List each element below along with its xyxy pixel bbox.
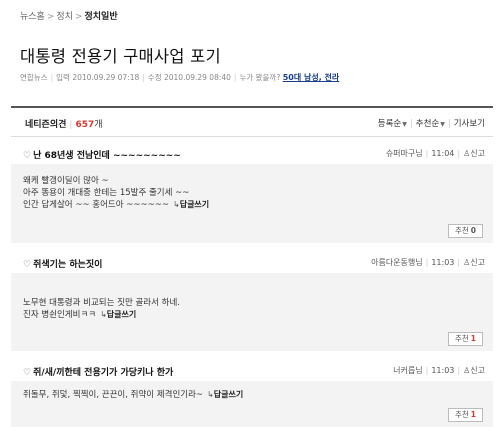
recommend-label: 추천 [454, 226, 469, 235]
reply-button[interactable]: ↳답글쓰기 [100, 310, 136, 319]
comment-author[interactable]: 아름다운동행님 [371, 258, 423, 267]
reply-arrow-icon: ↳ [173, 200, 180, 209]
sort-by-recommend-button[interactable]: 추천순▼ [416, 119, 445, 129]
comment-info: 아름다운동행님 | 11:03 | ♙신고 [371, 258, 485, 267]
comment-text: 노무현 대통령과 비교되는 짓만 골라서 하네. 진자 병쉰인게비ㅋㅋ ↳답글쓰기 [23, 297, 180, 321]
article-source: 연합뉴스 [20, 73, 48, 82]
comment-title[interactable]: ♡ 쥐색기는 하는짓이 [23, 257, 102, 270]
sort-by-date-label: 등록순 [377, 119, 402, 129]
comment-line: 노무현 대통령과 비교되는 짓만 골라서 하네. [23, 298, 180, 308]
report-label: 신고 [470, 149, 485, 158]
caret-down-icon: ▼ [440, 121, 445, 128]
comment-item: ♡ 난 68년생 전남인데 ~~~~~~~~~ 슈퍼마구님 | 11:04 | ♙신고 왜… [11, 142, 493, 243]
report-label: 신고 [470, 366, 485, 375]
report-button[interactable]: ♙신고 [463, 366, 485, 375]
comment-time: 11:04 [431, 149, 455, 158]
reply-arrow-icon: ↳ [100, 310, 107, 319]
sort-by-recommend-label: 추천순 [415, 119, 440, 129]
comment-line: 아주 똥용이 개대중 한테는 15발주 줄기세 ~~ [23, 188, 190, 198]
comment-body: 왜케 빨갱이딜이 많아 ~ 아주 똥용이 개대중 한테는 15발주 줄기세 ~~… [11, 164, 493, 243]
comment-author[interactable]: 슈퍼마구님 [386, 149, 423, 158]
breadcrumb-news-home[interactable]: 뉴스홈 [20, 12, 45, 22]
comments-label: 네티즌의견 [25, 120, 67, 130]
comments-title: 네티즌의견 | 657개 [25, 120, 103, 130]
recommend-button[interactable]: 추천 0 [447, 224, 483, 238]
caret-down-icon: ▼ [402, 121, 407, 128]
comment-title-text: 쥐/새/끼한테 전용기가 가당키나 한가 [33, 368, 174, 378]
recommend-label: 추천 [454, 334, 469, 343]
comment-line: 왜케 빨갱이딜이 많아 ~ [23, 176, 109, 186]
comment-title[interactable]: ♡ 난 68년생 전남인데 ~~~~~~~~~ [23, 148, 181, 161]
speech-bubble-icon: ♡ [23, 368, 32, 378]
who-read-label: 누가 봤을까? [239, 73, 281, 82]
sort-controls: 등록순▼ | 추천순▼ | 기사보기 [377, 119, 485, 129]
comment-line: 진자 병쉰인게비ㅋㅋ ↳답글쓰기 [23, 309, 180, 321]
comment-title-text: 난 68년생 전남인데 ~~~~~~~~~ [33, 151, 181, 161]
comment-header: ♡ 난 68년생 전남인데 ~~~~~~~~~ 슈퍼마구님 | 11:04 | ♙신고 [11, 142, 493, 164]
comment-line-text: 진자 병쉰인게비ㅋㅋ [23, 310, 97, 320]
article-edited-time: 수정 2010.09.29 08:40 [147, 73, 231, 82]
recommend-label: 추천 [454, 410, 469, 419]
comments-header: 네티즌의견 | 657개 등록순▼ | 추천순▼ | 기사보기 [11, 106, 493, 137]
comment-text: 쥐돌무, 쥐덫, 찍찍이, 끈끈이, 쥐약이 제격인기라~ ↳답글쓰기 [23, 389, 243, 401]
reply-arrow-icon: ↳ [207, 390, 214, 399]
recommend-count: 0 [470, 226, 476, 235]
comment-info: 슈퍼마구님 | 11:04 | ♙신고 [385, 149, 485, 158]
breadcrumb-current[interactable]: 정치일반 [85, 12, 118, 22]
comment-time: 11:03 [431, 258, 455, 267]
article-posted-time: 입력 2010.09.29 07:18 [56, 73, 140, 82]
comment-author[interactable]: 너커릅님 [393, 366, 422, 375]
reply-label: 답글쓰기 [179, 200, 210, 209]
breadcrumb-separator: > [46, 12, 55, 22]
comment-item: ♡ 쥐색기는 하는짓이 아름다운동행님 | 11:03 | ♙신고 노무현 대통령과 비교… [11, 251, 493, 351]
comment-info: 너커릅님 | 11:03 | ♙신고 [393, 366, 485, 375]
comment-line-text: 쥐돌무, 쥐덫, 찍찍이, 끈끈이, 쥐약이 제격인기라~ [23, 390, 204, 400]
report-label: 신고 [470, 258, 485, 267]
recommend-count: 1 [470, 410, 476, 419]
article-title: 대통령 전용기 구매사업 포기 [20, 47, 221, 66]
reply-label: 답글쓰기 [106, 310, 137, 319]
reply-button[interactable]: ↳답글쓰기 [173, 200, 209, 209]
view-article-link[interactable]: 기사보기 [454, 119, 485, 129]
comment-header: ♡ 쥐/새/끼한테 전용기가 가당키나 한가 너커릅님 | 11:03 | ♙신고 [11, 359, 493, 381]
comment-item: ♡ 쥐/새/끼한테 전용기가 가당키나 한가 너커릅님 | 11:03 | ♙신고 쥐돌무… [11, 359, 493, 427]
breadcrumb: 뉴스홈 > 정치 > 정치일반 [20, 9, 118, 22]
breadcrumb-politics[interactable]: 정치 [56, 12, 73, 22]
sort-by-date-button[interactable]: 등록순▼ [378, 119, 407, 129]
comment-title-text: 쥐색기는 하는짓이 [33, 260, 103, 270]
comment-text: 왜케 빨갱이딜이 많아 ~ 아주 똥용이 개대중 한테는 15발주 줄기세 ~~… [23, 175, 209, 211]
comment-line-text: 인간 답게살어 ~~ 홍어드아 ~~~~~~ [23, 200, 169, 210]
comment-title[interactable]: ♡ 쥐/새/끼한테 전용기가 가당키나 한가 [23, 365, 173, 378]
speech-bubble-icon: ♡ [23, 260, 32, 270]
recommend-count: 1 [470, 334, 476, 343]
reply-label: 답글쓰기 [213, 390, 244, 399]
breadcrumb-separator: > [74, 12, 83, 22]
article-meta: 연합뉴스 | 입력 2010.09.29 07:18 | 수정 2010.09.29 0… [20, 73, 340, 82]
recommend-button[interactable]: 추천 1 [447, 332, 483, 346]
comments-count: 657 [75, 120, 95, 130]
comment-time: 11:03 [431, 366, 455, 375]
report-button[interactable]: ♙신고 [463, 149, 485, 158]
comment-line: 쥐돌무, 쥐덫, 찍찍이, 끈끈이, 쥐약이 제격인기라~ ↳답글쓰기 [23, 389, 243, 401]
who-read-link[interactable]: 50대 남성, 전라 [283, 73, 340, 82]
comment-line: 인간 답게살어 ~~ 홍어드아 ~~~~~~ ↳답글쓰기 [23, 199, 209, 211]
reply-button[interactable]: ↳답글쓰기 [207, 390, 243, 399]
comments-count-unit: 개 [94, 120, 103, 130]
speech-bubble-icon: ♡ [23, 151, 32, 161]
recommend-button[interactable]: 추천 1 [447, 408, 483, 422]
comment-body: 쥐돌무, 쥐덫, 찍찍이, 끈끈이, 쥐약이 제격인기라~ ↳답글쓰기 추천 1 [11, 381, 493, 427]
report-button[interactable]: ♙신고 [463, 258, 485, 267]
comment-header: ♡ 쥐색기는 하는짓이 아름다운동행님 | 11:03 | ♙신고 [11, 251, 493, 273]
comment-body: 노무현 대통령과 비교되는 짓만 골라서 하네. 진자 병쉰인게비ㅋㅋ ↳답글쓰기… [11, 273, 493, 351]
